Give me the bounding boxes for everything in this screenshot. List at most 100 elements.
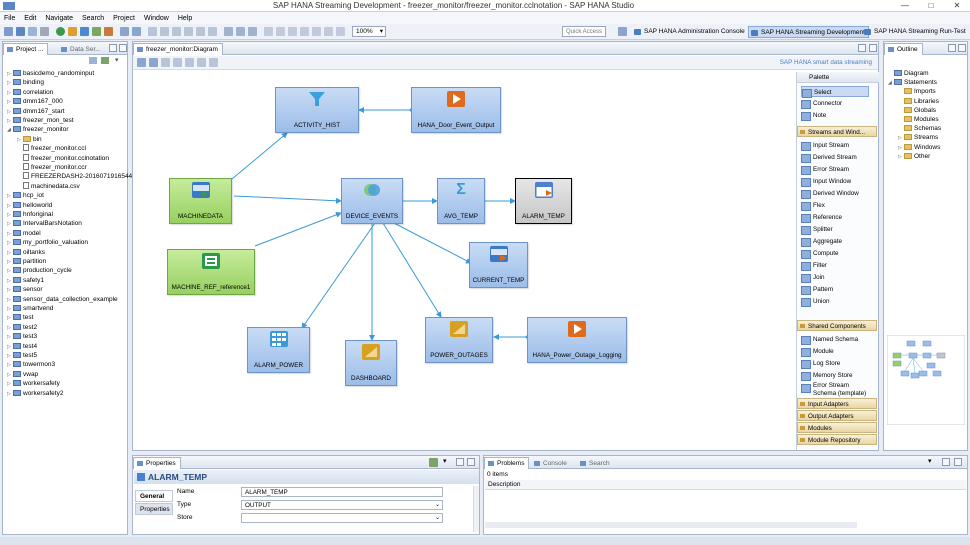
conn-machine-activity[interactable] [231, 132, 288, 180]
tree-item[interactable]: ▷ helloworld [7, 201, 52, 210]
tree-item[interactable]: ▷ IntervalBarsNotation [7, 219, 82, 228]
tree-item[interactable]: ◢ freezer_monitor [7, 125, 69, 134]
menu-help[interactable]: Help [178, 15, 192, 22]
palette-section[interactable]: Streams and Wind... [797, 126, 877, 137]
tree-item[interactable]: ▷ partition [7, 257, 46, 266]
node-logging[interactable]: HANA_Power_Outage_Logging [527, 317, 627, 363]
node-avg[interactable]: Σ AVG_TEMP [437, 178, 485, 224]
outline-item[interactable]: Diagram [888, 69, 929, 78]
grid-icon[interactable] [300, 27, 309, 36]
align-left-icon[interactable] [148, 27, 157, 36]
conn-ref-device[interactable] [254, 211, 342, 247]
node-machref[interactable]: MACHINE_REF_reference1 [167, 249, 255, 295]
view-menu-icon[interactable]: ▾ [115, 56, 119, 64]
palette-item[interactable]: Union [801, 296, 829, 307]
debug-icon[interactable] [68, 27, 77, 36]
outline-item[interactable]: Imports [898, 87, 936, 96]
tab-properties[interactable]: Properties [133, 457, 181, 469]
palette-item[interactable]: Derived Stream [801, 152, 857, 163]
tree-item[interactable]: ▷ basicdemo_randominput [7, 69, 94, 78]
back-icon[interactable] [120, 27, 129, 36]
tree-item[interactable]: freezer_monitor.ccr [17, 163, 87, 172]
outline-item[interactable]: ▷ Other [898, 152, 930, 161]
tree-item[interactable]: ▷ hnforiginal [7, 210, 53, 219]
layout-icon[interactable] [224, 27, 233, 36]
palette-item[interactable]: Input Window [801, 176, 851, 187]
search-icon[interactable] [80, 27, 89, 36]
align-middle-icon[interactable] [196, 27, 205, 36]
maximize-editor-icon[interactable] [869, 44, 877, 52]
link-editor-icon[interactable] [101, 57, 109, 64]
palette-item[interactable]: Join [801, 272, 825, 283]
minimize-view-icon[interactable] [109, 44, 117, 52]
tree-item[interactable]: ▷ sensor [7, 285, 43, 294]
conn-device-alarmpower[interactable] [301, 222, 376, 329]
pin-icon[interactable] [429, 458, 438, 467]
tree-item[interactable]: ▷ vwap [7, 370, 38, 379]
close-icon[interactable]: ✕ [944, 1, 970, 10]
new-icon[interactable] [4, 27, 13, 36]
tree-item[interactable]: ▷ hcp_iot [7, 191, 44, 200]
tree-item[interactable]: ▷ binding [7, 78, 44, 87]
tab-diagram[interactable]: freezer_monitor:Diagram [133, 43, 223, 55]
save-all-icon[interactable] [28, 27, 37, 36]
diagram-canvas[interactable]: ACTIVITY_HIST HANA_Door_Event_Output MACHI… [135, 72, 795, 448]
palette-tool[interactable]: Note [801, 110, 826, 121]
align-right-icon[interactable] [172, 27, 181, 36]
palette-item[interactable]: Compute [801, 248, 839, 259]
tab-data-services[interactable]: Data Ser... [57, 43, 106, 55]
tree-item[interactable]: ▷ smartvend [7, 304, 53, 313]
tool-icon[interactable] [104, 27, 113, 36]
node-current[interactable]: CURRENT_TEMP [469, 242, 528, 288]
match-height-icon[interactable] [248, 27, 257, 36]
iconic-view-icon[interactable] [185, 58, 194, 67]
palette-item[interactable]: Filter [801, 260, 827, 271]
conn-device-current[interactable] [393, 222, 472, 264]
minimize-problems-icon[interactable] [942, 458, 950, 466]
perspective-streaming-dev[interactable]: SAP HANA Streaming Development [748, 26, 869, 38]
minimize-props-icon[interactable] [456, 458, 464, 466]
tree-item[interactable]: ▷ freezer_mon_test [7, 116, 74, 125]
verbose-view-icon[interactable] [197, 58, 206, 67]
tree-item[interactable]: ▷ towermon3 [7, 360, 55, 369]
palette-item[interactable]: Log Store [801, 358, 840, 369]
palette-section-collapsed[interactable]: Output Adapters [797, 410, 877, 421]
node-outages[interactable]: POWER_OUTAGES [425, 317, 493, 363]
run-icon[interactable] [56, 27, 65, 36]
menu-file[interactable]: File [4, 15, 15, 22]
minimize-outline-icon[interactable] [948, 44, 956, 52]
tree-item[interactable]: ▷ production_cycle [7, 266, 72, 275]
outline-item[interactable]: Modules [898, 115, 939, 124]
tree-item[interactable]: ▷ correlation [7, 88, 53, 97]
menu-search[interactable]: Search [82, 15, 104, 22]
collapse-icon[interactable] [173, 58, 182, 67]
tab-console[interactable]: Console [530, 457, 572, 469]
palette-section-collapsed[interactable]: Module Repository [797, 434, 877, 445]
minimize-icon[interactable]: — [892, 1, 918, 10]
palette-item[interactable]: Memory Store [801, 370, 853, 381]
tab-project-explorer[interactable]: Project ... [3, 43, 49, 55]
switch-editor-icon[interactable] [209, 58, 218, 67]
menu-edit[interactable]: Edit [24, 15, 36, 22]
tree-item[interactable]: ▷ test5 [7, 351, 37, 360]
palette-item[interactable]: Named Schema [801, 334, 858, 345]
minimize-editor-icon[interactable] [858, 44, 866, 52]
forward-icon[interactable] [132, 27, 141, 36]
store-select[interactable]: ⌄ [241, 513, 443, 523]
tab-search[interactable]: Search [576, 457, 615, 469]
tree-item[interactable]: ▷ sensor_data_collection_example [7, 295, 118, 304]
fit-icon[interactable] [288, 27, 297, 36]
palette-section-collapsed[interactable]: Modules [797, 422, 877, 433]
print-icon[interactable] [40, 27, 49, 36]
conn-device-outages[interactable] [382, 222, 442, 318]
tab-outline[interactable]: Outline [884, 43, 923, 55]
outline-item[interactable]: Libraries [898, 97, 939, 106]
tree-item[interactable]: machinedata.csv [17, 181, 80, 191]
zoom-select[interactable]: 100% ▾ [352, 26, 386, 37]
tree-item[interactable]: ▷ test2 [7, 323, 37, 332]
perspective-admin[interactable]: SAP HANA Administration Console [632, 26, 748, 38]
layout-left-icon[interactable] [137, 58, 146, 67]
align-bottom-icon[interactable] [208, 27, 217, 36]
palette-item[interactable]: Derived Window [801, 188, 859, 199]
palette-item[interactable]: Reference [801, 212, 842, 223]
